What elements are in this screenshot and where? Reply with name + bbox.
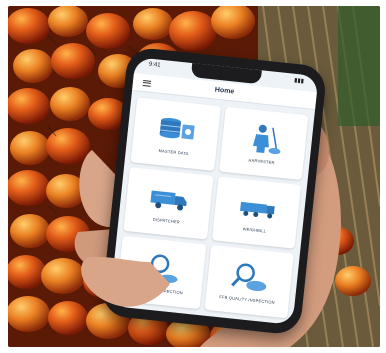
- battery-icon: ▮▮▮: [293, 77, 305, 85]
- tile-grading-inspection[interactable]: GRADING INSPECTION: [116, 236, 206, 310]
- phone-screen: 9:41 ▮▮▮ Home MASTER DATA HARVESTER DISP…: [109, 57, 319, 325]
- tile-weighbill[interactable]: WEIGHBILL: [211, 176, 302, 250]
- tile-dispatcher[interactable]: DISPATCHER: [123, 166, 214, 240]
- home-tile-grid: MASTER DATA HARVESTER DISPATCHER WEIGHBI…: [109, 91, 315, 325]
- tile-harvester[interactable]: HARVESTER: [218, 106, 309, 180]
- tile-label: GRADING INSPECTION: [135, 285, 184, 296]
- tile-master-data[interactable]: MASTER DATA: [130, 97, 221, 171]
- tile-ffb-quality-inspection[interactable]: FFB QUALITY INSPECTION: [204, 245, 294, 319]
- tile-label: HARVESTER: [248, 157, 275, 165]
- tile-label: MASTER DATA: [158, 147, 189, 156]
- tile-label: FFB QUALITY INSPECTION: [219, 294, 276, 306]
- harvester-icon: [253, 124, 281, 155]
- tile-label: WEIGHBILL: [242, 226, 267, 235]
- hamburger-menu-icon[interactable]: [142, 79, 152, 87]
- smartphone: 9:41 ▮▮▮ Home MASTER DATA HARVESTER DISP…: [100, 46, 328, 336]
- truck-icon: [150, 190, 187, 212]
- magnifier-icon: [145, 254, 178, 283]
- tile-label: DISPATCHER: [152, 217, 181, 226]
- lorry-icon: [240, 202, 275, 219]
- database-icon: [159, 117, 195, 140]
- magnifier-icon: [231, 263, 267, 292]
- status-time: 9:41: [148, 61, 161, 69]
